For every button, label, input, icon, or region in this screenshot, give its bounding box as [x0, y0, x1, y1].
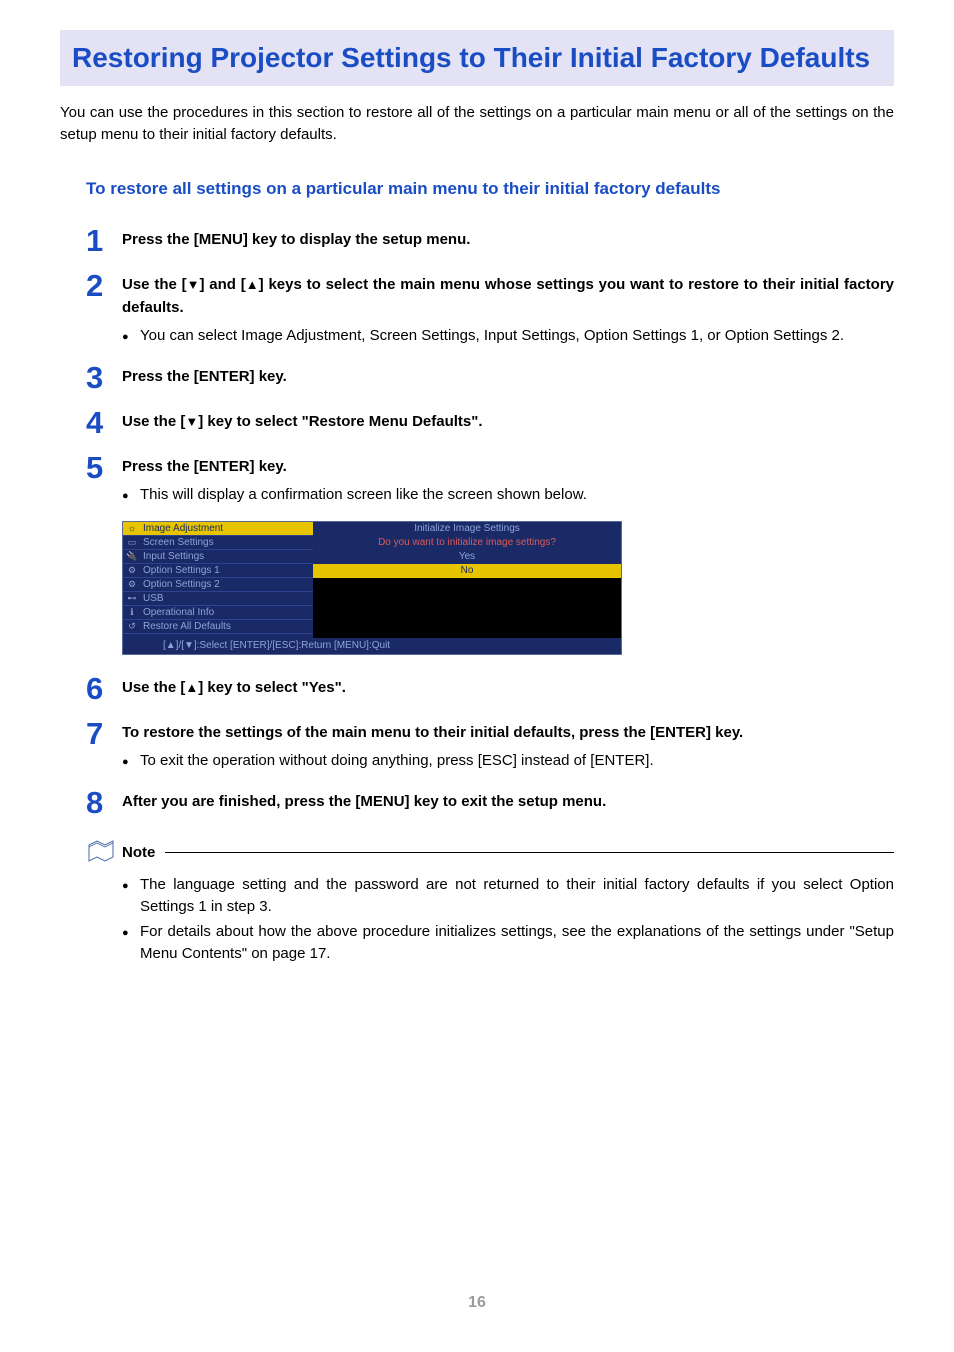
menu-option-yes: Yes [313, 550, 621, 564]
step-number: 2 [86, 270, 122, 301]
step-list: 1 Press the [MENU] key to display the se… [86, 225, 894, 507]
step-title-part: ] key to select "Yes". [198, 679, 346, 696]
step-title: Press the [MENU] key to display the setu… [122, 229, 894, 252]
step-title-part: ] key to select "Restore Menu Defaults". [198, 413, 482, 430]
menu-right-panel: Initialize Image Settings Do you want to… [313, 522, 621, 638]
step-8: 8 After you are finished, press the [MEN… [86, 787, 894, 818]
step-number: 3 [86, 362, 122, 393]
subheading: To restore all settings on a particular … [86, 176, 894, 202]
step-title: Use the [▲] key to select "Yes". [122, 677, 894, 700]
up-triangle-icon: ▲ [185, 681, 198, 694]
note-item: The language setting and the password ar… [122, 874, 894, 919]
menu-item-label: Image Adjustment [143, 523, 223, 534]
plug-icon: 🔌 [125, 550, 139, 562]
note-item: For details about how the above procedur… [122, 921, 894, 966]
step-list-continued: 6 Use the [▲] key to select "Yes". 7 To … [86, 673, 894, 818]
step-6: 6 Use the [▲] key to select "Yes". [86, 673, 894, 704]
note-list: The language setting and the password ar… [122, 874, 894, 966]
step-title: Press the [ENTER] key. [122, 366, 894, 389]
restore-icon: ↺ [125, 620, 139, 632]
menu-item-input-settings: 🔌 Input Settings [123, 550, 313, 564]
page-heading-box: Restoring Projector Settings to Their In… [60, 30, 894, 86]
step-title-part: Use the [ [122, 413, 185, 430]
menu-item-label: Restore All Defaults [143, 621, 231, 632]
step-title-part: Use the [ [122, 679, 185, 696]
menu-right-header: Initialize Image Settings [313, 522, 621, 536]
step-title: Use the [▼] and [▲] keys to select the m… [122, 274, 894, 319]
step-sub-item: To exit the operation without doing anyt… [122, 750, 894, 773]
step-sub-item: You can select Image Adjustment, Screen … [122, 325, 894, 348]
step-title: After you are finished, press the [MENU]… [122, 791, 894, 814]
step-number: 8 [86, 787, 122, 818]
step-4: 4 Use the [▼] key to select "Restore Men… [86, 407, 894, 438]
menu-confirm-prompt: Do you want to initialize image settings… [313, 536, 621, 550]
menu-option-no: No [313, 564, 621, 578]
menu-item-image-adjustment: ☼ Image Adjustment [123, 522, 313, 536]
menu-item-operational-info: ℹ Operational Info [123, 606, 313, 620]
note-divider-line [165, 852, 894, 853]
step-7: 7 To restore the settings of the main me… [86, 718, 894, 773]
step-number: 4 [86, 407, 122, 438]
menu-item-restore-all-defaults: ↺ Restore All Defaults [123, 620, 313, 634]
menu-item-label: USB [143, 593, 164, 604]
step-number: 1 [86, 225, 122, 256]
step-title: To restore the settings of the main menu… [122, 722, 894, 745]
menu-item-option-settings-1: ⚙ Option Settings 1 [123, 564, 313, 578]
sun-icon: ☼ [125, 522, 139, 534]
screen-icon: ▭ [125, 536, 139, 548]
step-sub-item: This will display a confirmation screen … [122, 484, 894, 507]
confirmation-screen: ☼ Image Adjustment ▭ Screen Settings 🔌 Inpu… [122, 521, 622, 655]
page-heading: Restoring Projector Settings to Their In… [72, 40, 882, 76]
menu-item-usb: ⊷ USB [123, 592, 313, 606]
step-title-part: Use the [ [122, 276, 187, 293]
gear-icon: ⚙ [125, 578, 139, 590]
step-number: 5 [86, 452, 122, 483]
step-3: 3 Press the [ENTER] key. [86, 362, 894, 393]
usb-icon: ⊷ [125, 592, 139, 604]
step-number: 6 [86, 673, 122, 704]
down-triangle-icon: ▼ [187, 278, 200, 291]
menu-blank-area [313, 578, 621, 638]
step-2: 2 Use the [▼] and [▲] keys to select the… [86, 270, 894, 348]
menu-item-label: Option Settings 2 [143, 579, 220, 590]
menu-item-label: Option Settings 1 [143, 565, 220, 576]
menu-item-option-settings-2: ⚙ Option Settings 2 [123, 578, 313, 592]
step-title-part: ] and [ [200, 276, 246, 293]
menu-left-panel: ☼ Image Adjustment ▭ Screen Settings 🔌 Inpu… [123, 522, 313, 638]
step-number: 7 [86, 718, 122, 749]
menu-item-screen-settings: ▭ Screen Settings [123, 536, 313, 550]
gear-icon: ⚙ [125, 564, 139, 576]
menu-item-label: Input Settings [143, 551, 204, 562]
step-title: Use the [▼] key to select "Restore Menu … [122, 411, 894, 434]
note-label: Note [122, 844, 155, 861]
info-icon: ℹ [125, 606, 139, 618]
step-1: 1 Press the [MENU] key to display the se… [86, 225, 894, 256]
up-triangle-icon: ▲ [246, 278, 259, 291]
note-icon [86, 838, 116, 868]
step-5: 5 Press the [ENTER] key. This will displ… [86, 452, 894, 507]
page-number: 16 [0, 1294, 954, 1312]
down-triangle-icon: ▼ [185, 415, 198, 428]
menu-footer-hint: [▲]/[▼]:Select [ENTER]/[ESC]:Return [MEN… [123, 638, 621, 654]
intro-paragraph: You can use the procedures in this secti… [60, 102, 894, 146]
step-title: Press the [ENTER] key. [122, 456, 894, 479]
menu-item-label: Screen Settings [143, 537, 214, 548]
menu-item-label: Operational Info [143, 607, 214, 618]
note-heading-row: Note [86, 838, 894, 868]
